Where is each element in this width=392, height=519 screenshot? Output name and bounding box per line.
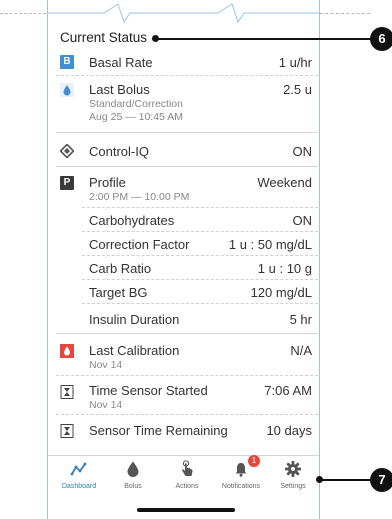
row-divider — [56, 132, 318, 133]
row-divider — [56, 166, 318, 167]
row-divider — [56, 375, 318, 376]
carbohydrates-label: Carbohydrates — [89, 213, 175, 228]
nav-actions[interactable]: Actions — [160, 456, 214, 496]
hourglass-icon — [60, 424, 74, 438]
nav-bolus[interactable]: Bolus — [106, 456, 160, 496]
carb-ratio-row[interactable]: Carb Ratio 1 u : 10 g — [56, 256, 318, 280]
nav-dashboard-label: Dashboard — [61, 483, 97, 490]
insulin-drop-icon — [60, 83, 74, 97]
correction-factor-label: Correction Factor — [89, 237, 190, 252]
basal-rate-label: Basal Rate — [89, 55, 153, 70]
trend-chart-icon — [70, 462, 87, 476]
phone-screen: Current Status B Basal Rate 1 u/hr Last … — [47, 0, 320, 519]
notifications-badge: 1 — [248, 455, 260, 467]
nav-actions-label: Actions — [175, 483, 199, 490]
target-bg-label: Target BG — [89, 285, 148, 300]
dashed-guide-left — [0, 13, 46, 14]
control-iq-diamond-icon — [59, 143, 75, 159]
nav-settings[interactable]: Settings — [266, 456, 319, 496]
hourglass-icon — [60, 385, 74, 399]
basal-rate-row[interactable]: B Basal Rate 1 u/hr — [56, 50, 318, 76]
row-divider — [56, 414, 318, 415]
last-bolus-time: Aug 25 — 10:45 AM — [89, 111, 183, 123]
carb-ratio-label: Carb Ratio — [89, 261, 152, 276]
insulin-duration-row[interactable]: Insulin Duration 5 hr — [56, 304, 318, 334]
sensor-time-remaining-value: 10 days — [266, 423, 312, 438]
last-calibration-label: Last Calibration — [89, 343, 180, 358]
profile-value: Weekend — [257, 175, 312, 190]
last-bolus-value: 2.5 u — [283, 82, 312, 97]
callout-7-badge: 7 — [370, 468, 392, 492]
callout-6-badge: 6 — [370, 27, 392, 51]
dashed-guide-right — [320, 13, 370, 14]
blood-drop-icon — [60, 344, 74, 358]
home-indicator — [137, 508, 235, 512]
nav-dashboard[interactable]: Dashboard — [52, 456, 106, 496]
sensor-time-remaining-label: Sensor Time Remaining — [89, 423, 228, 438]
time-sensor-started-value: 7:06 AM — [264, 383, 312, 398]
last-calibration-date: Nov 14 — [89, 359, 123, 371]
last-calibration-row[interactable]: Last Calibration Nov 14 N/A — [56, 336, 318, 376]
target-bg-row[interactable]: Target BG 120 mg/dL — [56, 280, 318, 304]
profile-p-icon: P — [60, 176, 74, 190]
last-bolus-row[interactable]: Last Bolus Standard/Correction Aug 25 — … — [56, 77, 318, 133]
nav-notifications-label: Notifications — [221, 483, 261, 490]
callout-7-line — [320, 479, 371, 481]
time-sensor-started-label: Time Sensor Started — [89, 383, 208, 398]
time-sensor-started-row[interactable]: Time Sensor Started Nov 14 7:06 AM — [56, 377, 318, 415]
profile-row[interactable]: P Profile 2:00 PM — 10:00 PM Weekend — [56, 170, 318, 208]
insulin-duration-label: Insulin Duration — [89, 312, 180, 327]
control-iq-row[interactable]: Control-IQ ON — [56, 136, 318, 167]
last-calibration-value: N/A — [290, 343, 312, 358]
row-divider — [56, 333, 318, 334]
carbohydrates-row[interactable]: Carbohydrates ON — [56, 208, 318, 232]
profile-time-range: 2:00 PM — 10:00 PM — [89, 191, 190, 203]
bottom-nav: Dashboard Bolus Actions 1 Notifications — [48, 455, 319, 496]
callout-6-line — [156, 38, 371, 40]
sensor-time-remaining-row[interactable]: Sensor Time Remaining 10 days — [56, 416, 318, 446]
current-status-title: Current Status — [60, 30, 148, 45]
hand-tap-icon — [182, 460, 193, 476]
control-iq-label: Control-IQ — [89, 144, 149, 159]
time-sensor-started-date: Nov 14 — [89, 399, 123, 411]
nav-settings-label: Settings — [280, 483, 306, 490]
row-divider — [56, 75, 318, 76]
carb-ratio-value: 1 u : 10 g — [257, 261, 312, 276]
nav-notifications[interactable]: 1 Notifications — [214, 455, 268, 496]
gear-icon — [285, 461, 301, 477]
screen-cut-wave — [48, 3, 319, 24]
drop-icon — [127, 461, 139, 477]
correction-factor-value: 1 u : 50 mg/dL — [228, 237, 312, 252]
nav-bolus-label: Bolus — [124, 483, 142, 490]
insulin-duration-value: 5 hr — [289, 312, 312, 327]
correction-factor-row[interactable]: Correction Factor 1 u : 50 mg/dL — [56, 232, 318, 256]
profile-label: Profile — [89, 175, 126, 190]
last-bolus-type: Standard/Correction — [89, 98, 183, 110]
control-iq-value: ON — [292, 144, 313, 159]
carbohydrates-value: ON — [292, 213, 313, 228]
basal-b-icon: B — [60, 55, 74, 69]
target-bg-value: 120 mg/dL — [250, 285, 312, 300]
last-bolus-label: Last Bolus — [89, 82, 150, 97]
basal-rate-value: 1 u/hr — [278, 55, 312, 70]
